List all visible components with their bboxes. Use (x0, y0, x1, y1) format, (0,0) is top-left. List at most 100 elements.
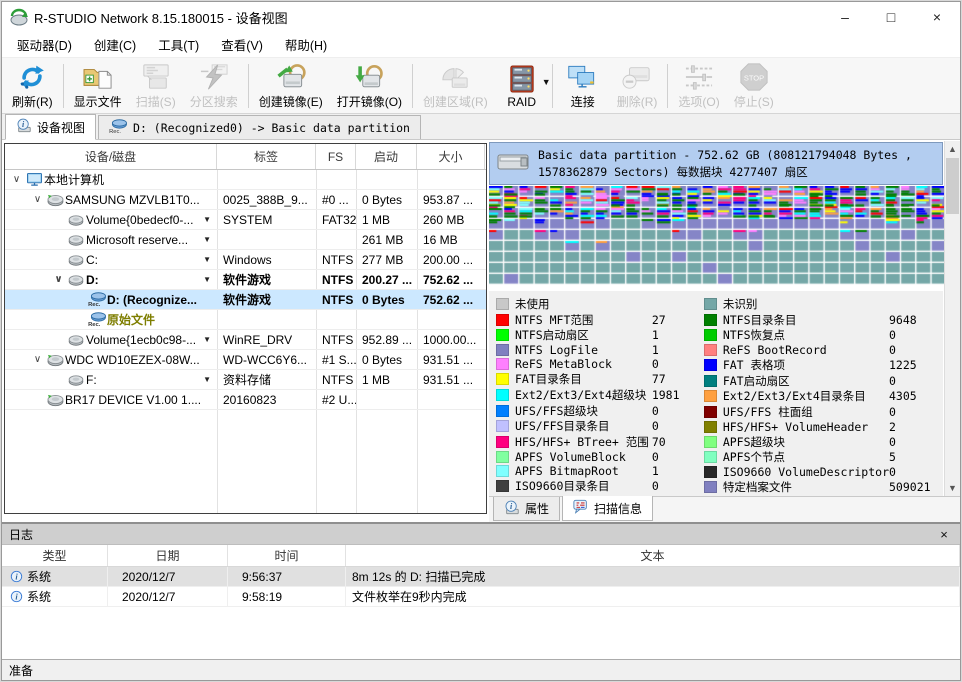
device-row[interactable]: Volume{1ecb0c98-...▼WinRE_DRVNTFS952.89 … (5, 330, 486, 350)
device-row[interactable]: ∨SAMSUNG MZVLB1T0...0025_388B_9...#0 ...… (5, 190, 486, 210)
scroll-down-icon[interactable]: ▼ (945, 480, 960, 496)
legend-item: APFS VolumeBlock0 (496, 450, 704, 464)
device-row[interactable]: BR17 DEVICE V1.00 1....20160823#2 U... (5, 390, 486, 410)
volume-icon (66, 254, 86, 266)
scroll-thumb[interactable] (946, 158, 959, 214)
legend-item: Ext2/Ext3/Ext4目录条目4305 (704, 388, 941, 404)
minimize-button[interactable]: – (822, 2, 868, 32)
legend-label: UFS/FFS目录条目 (515, 418, 652, 434)
log-row[interactable]: i系统2020/12/79:58:19文件枚举在9秒内完成 (2, 587, 960, 607)
scan-tab-properties[interactable]: i属性 (493, 497, 560, 521)
tab-recognized-partition[interactable]: Rec.D: (Recognized0) -> Basic data parti… (98, 115, 421, 139)
toolbar-refresh-button[interactable]: 刷新(R) (5, 59, 60, 112)
label-cell: 资料存储 (217, 370, 316, 389)
legend-item: APFS超级块0 (704, 434, 941, 450)
legend-item: FAT启动扇区0 (704, 373, 941, 389)
menu-item-tools[interactable]: 工具(T) (147, 31, 210, 58)
app-window: R-STUDIO Network 8.15.180015 - 设备视图 – □ … (1, 1, 961, 681)
legend-swatch (496, 405, 509, 417)
toolbar-stop-label: 停止(S) (734, 93, 774, 110)
legend-label: UFS/FFS超级块 (515, 403, 652, 419)
log-col-header-3[interactable]: 文本 (346, 545, 960, 566)
tree-col-header-4[interactable]: 大小 (417, 144, 485, 169)
chevron-down-icon[interactable]: ∨ (30, 354, 45, 365)
fs-cell (316, 170, 356, 189)
row-dropdown-icon[interactable]: ▼ (203, 375, 211, 384)
device-row[interactable]: Rec.D: (Recognize...软件游戏NTFS0 Bytes752.6… (5, 290, 486, 310)
rec-icon: Rec. (87, 292, 107, 307)
toolbar-create-region-label: 创建区域(R) (423, 93, 488, 110)
cell-value: SYSTEM (223, 213, 272, 227)
toolbar-create-region-button[interactable]: 创建区域(R) (416, 59, 495, 112)
log-col-header-label: 文本 (640, 547, 664, 564)
toolbar-raid-button[interactable]: RAID▼ (495, 61, 549, 111)
menu-item-help[interactable]: 帮助(H) (274, 31, 338, 58)
legend-count: 1225 (889, 358, 941, 372)
row-dropdown-icon[interactable]: ▼ (203, 235, 211, 244)
menu-item-drive[interactable]: 驱动器(D) (6, 31, 83, 58)
log-col-header-2[interactable]: 时间 (228, 545, 346, 566)
menubar: 驱动器(D)创建(C)工具(T)查看(V)帮助(H) (2, 32, 960, 58)
device-name-cell: Rec.原始文件 (5, 310, 217, 329)
tree-col-header-1[interactable]: 标签 (217, 144, 316, 169)
maximize-button[interactable]: □ (868, 2, 914, 32)
scan-block-map[interactable] (489, 186, 943, 287)
device-row[interactable]: Microsoft reserve...▼261 MB16 MB (5, 230, 486, 250)
log-col-header-0[interactable]: 类型 (2, 545, 108, 566)
device-row[interactable]: Rec.原始文件 (5, 310, 486, 330)
device-row[interactable]: F:▼资料存储NTFS1 MB931.51 ... (5, 370, 486, 390)
toolbar-show-files-button[interactable]: 显示文件 (67, 59, 129, 112)
chevron-down-icon[interactable]: ∨ (30, 194, 45, 205)
size-cell: 260 MB (417, 210, 485, 229)
log-col-header-1[interactable]: 日期 (108, 545, 228, 566)
row-dropdown-icon[interactable]: ▼ (203, 275, 211, 284)
cell-value: #2 U... (322, 393, 356, 407)
tree-col-header-0[interactable]: 设备/磁盘ˆ (5, 144, 217, 169)
legend-swatch (496, 389, 509, 401)
legend-swatch (496, 344, 509, 356)
toolbar-connect-button[interactable]: 连接 (556, 59, 610, 112)
cell-value: 软件游戏 (223, 291, 271, 308)
toolbar-open-image-button[interactable]: 打开镜像(O) (330, 59, 409, 112)
label-cell: 软件游戏 (217, 290, 316, 309)
raid-dropdown-icon[interactable]: ▼ (542, 77, 551, 87)
scan-scrollbar[interactable]: ▲ ▼ (944, 141, 960, 496)
legend-count: 2 (889, 420, 941, 434)
row-dropdown-icon[interactable]: ▼ (203, 215, 211, 224)
log-row[interactable]: i系统2020/12/79:56:378m 12s 的 D: 扫描已完成 (2, 567, 960, 587)
device-row[interactable]: Volume{0bedecf0-...▼SYSTEMFAT321 MB260 M… (5, 210, 486, 230)
menu-item-create[interactable]: 创建(C) (83, 31, 147, 58)
legend-swatch (704, 390, 717, 402)
tab-device-view[interactable]: i设备视图 (5, 114, 96, 140)
scroll-up-icon[interactable]: ▲ (945, 141, 960, 157)
size-cell: 1000.00... (417, 330, 485, 349)
row-dropdown-icon[interactable]: ▼ (203, 255, 211, 264)
toolbar-delete-button[interactable]: 删除(R) (610, 59, 665, 112)
device-row[interactable]: ∨WDC WD10EZEX-08W...WD-WCC6Y6...#1 S...0… (5, 350, 486, 370)
menu-item-view[interactable]: 查看(V) (210, 31, 274, 58)
fs-cell: #1 S... (316, 350, 356, 369)
rec-icon: Rec. (87, 312, 107, 327)
label-cell: WD-WCC6Y6... (217, 350, 316, 369)
boot-cell: 277 MB (356, 250, 417, 269)
device-row[interactable]: ∨本地计算机 (5, 170, 486, 190)
toolbar-scan-button[interactable]: 扫描(S) (129, 59, 183, 112)
toolbar-options-button[interactable]: 选项(O) (671, 59, 726, 112)
device-row[interactable]: C:▼WindowsNTFS277 MB200.00 ... (5, 250, 486, 270)
device-row[interactable]: ∨D:▼软件游戏NTFS200.27 ...752.62 ... (5, 270, 486, 290)
scan-tab-scan-info[interactable]: 扫描信息 (562, 496, 653, 521)
chevron-down-icon[interactable]: ∨ (51, 274, 66, 285)
toolbar-create-image-button[interactable]: 创建镜像(E) (252, 59, 330, 112)
log-close-icon[interactable]: × (935, 527, 953, 542)
toolbar-stop-button[interactable]: STOP停止(S) (727, 59, 781, 112)
row-dropdown-icon[interactable]: ▼ (203, 335, 211, 344)
tree-col-header-2[interactable]: FS (316, 144, 356, 169)
chevron-down-icon[interactable]: ∨ (9, 174, 24, 185)
log-header: 类型 日期时间 文本 (2, 545, 960, 567)
delete-icon (621, 62, 653, 92)
close-button[interactable]: × (914, 2, 960, 32)
fs-cell (316, 230, 356, 249)
toolbar-partition-search-button[interactable]: 分区搜索 (183, 59, 245, 112)
log-col-header-label: 类型 (42, 547, 66, 564)
tree-col-header-3[interactable]: 启动 (356, 144, 417, 169)
